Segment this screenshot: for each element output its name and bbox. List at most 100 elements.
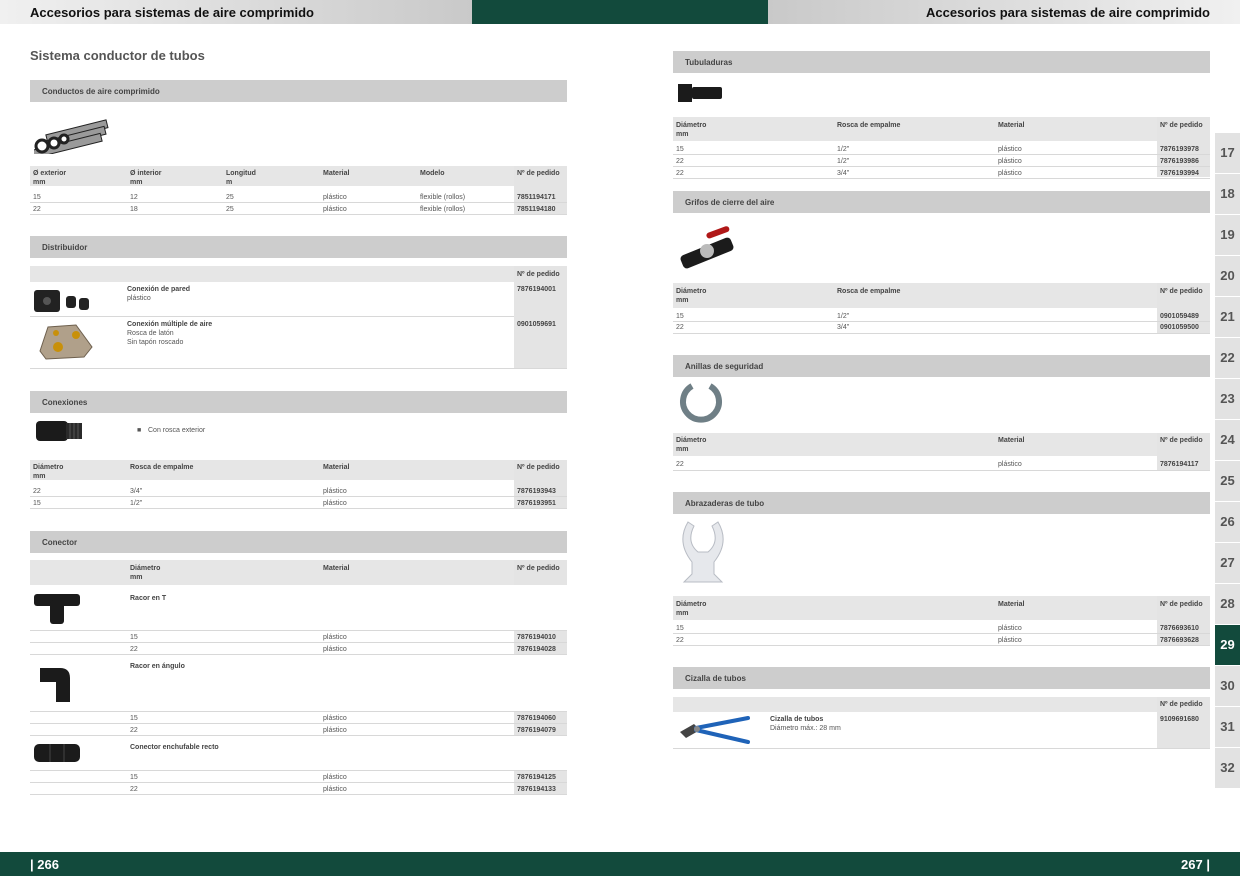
order-number: 7876194133 (517, 786, 556, 793)
row-divider (673, 178, 1210, 179)
col-header: Material (323, 565, 350, 572)
table-cell: plástico (323, 488, 347, 495)
order-number: 7876194028 (517, 646, 556, 653)
item-desc: plástico (127, 295, 151, 302)
anillas-header-row (673, 433, 1210, 456)
table-cell: plástico (323, 634, 347, 641)
chapter-tab[interactable]: 30 (1215, 666, 1240, 706)
chapter-tab[interactable]: 22 (1215, 338, 1240, 378)
order-number: 7876193943 (517, 488, 556, 495)
chapter-tab[interactable]: 21 (1215, 297, 1240, 337)
table-cell: 15 (33, 500, 41, 507)
chapter-tab[interactable]: 31 (1215, 707, 1240, 747)
table-cell: plástico (323, 194, 347, 201)
col-unit: mm (676, 610, 689, 617)
table-cell: plástico (323, 715, 347, 722)
page-number-right: 267 | (1181, 857, 1210, 872)
table-cell: 22 (130, 786, 138, 793)
item-name: Conector enchufable recto (130, 744, 219, 751)
anillas-band: Anillas de seguridad (673, 355, 1210, 377)
table-cell: 22 (676, 324, 684, 331)
wall-connection-image (34, 290, 89, 312)
order-number: 7876194117 (1160, 461, 1199, 468)
row-divider (30, 496, 567, 497)
col-unit: mm (33, 473, 46, 480)
col-header: Nº de pedido (1160, 701, 1203, 708)
order-number: 7876193978 (1160, 146, 1199, 153)
row-divider (673, 333, 1210, 334)
item-name: Racor en ángulo (130, 663, 185, 670)
conexiones-header-row (30, 460, 567, 480)
item-name: Cizalla de tubos (770, 716, 824, 723)
table-cell: 22 (676, 461, 684, 468)
table-cell: plástico (323, 786, 347, 793)
table-cell: 15 (676, 625, 684, 632)
row-divider (30, 711, 567, 712)
chapter-tab[interactable]: 26 (1215, 502, 1240, 542)
chapter-tab[interactable]: 32 (1215, 748, 1240, 788)
row-divider (30, 508, 567, 509)
col-header: Diámetro (130, 565, 161, 572)
order-number: 7876194010 (517, 634, 556, 641)
order-number: 7876193994 (1160, 170, 1199, 177)
col-header: Nº de pedido (517, 170, 560, 177)
order-number: 7876194001 (517, 286, 556, 293)
chapter-tab[interactable]: 18 (1215, 174, 1240, 214)
item-desc: Rosca de latón (127, 330, 174, 337)
chapter-tab[interactable]: 24 (1215, 420, 1240, 460)
col-header: Material (998, 601, 1025, 608)
col-header: Nº de pedido (517, 271, 560, 278)
pipes-image (34, 119, 109, 154)
bullet-icon: ■ (137, 427, 142, 434)
order-number: 7876693628 (1160, 637, 1199, 644)
tube-fitting-image (678, 84, 722, 102)
chapter-tab[interactable]: 17 (1215, 133, 1240, 173)
grifos-band: Grifos de cierre del aire (673, 191, 1210, 213)
chapter-tab[interactable]: 23 (1215, 379, 1240, 419)
col-header: Nº de pedido (1160, 601, 1203, 608)
cizalla-band: Cizalla de tubos (673, 667, 1210, 689)
table-cell: 18 (130, 206, 138, 213)
table-cell: plástico (998, 625, 1022, 632)
row-divider (30, 735, 567, 736)
table-cell: 22 (33, 206, 41, 213)
row-divider (30, 214, 567, 215)
order-number: 9109691680 (1160, 716, 1199, 723)
table-cell: 3/4" (130, 488, 143, 495)
header-right-title: Accesorios para sistemas de aire comprim… (926, 5, 1210, 20)
col-header: Nº de pedido (1160, 122, 1203, 129)
chapter-tab[interactable]: 20 (1215, 256, 1240, 296)
table-cell: 15 (130, 715, 138, 722)
table-cell: 15 (676, 313, 684, 320)
col-header: Rosca de empalme (130, 464, 194, 471)
chapter-tab[interactable]: 19 (1215, 215, 1240, 255)
table-cell: flexible (rollos) (420, 206, 466, 213)
abrazaderas-band: Abrazaderas de tubo (673, 492, 1210, 514)
chapter-tab[interactable]: 27 (1215, 543, 1240, 583)
item-desc: Diámetro máx.: 28 mm (770, 725, 841, 732)
table-cell: 15 (33, 194, 41, 201)
chapter-tab[interactable]: 29 (1215, 625, 1240, 665)
section-title: Sistema conductor de tubos (30, 48, 205, 63)
order-number: 7876193986 (1160, 158, 1199, 165)
table-cell: 22 (676, 637, 684, 644)
row-divider (30, 782, 567, 783)
pipe-cutter-image (680, 716, 750, 744)
col-unit: m (226, 179, 233, 186)
chapter-tab[interactable]: 28 (1215, 584, 1240, 624)
row-divider (30, 654, 567, 655)
table-cell: 1/2" (837, 158, 850, 165)
conector-header-row (30, 560, 567, 585)
chapter-tab[interactable]: 25 (1215, 461, 1240, 501)
col-unit: mm (676, 297, 689, 304)
table-cell: 22 (33, 488, 41, 495)
table-cell: plástico (323, 727, 347, 734)
header-left-title: Accesorios para sistemas de aire comprim… (30, 5, 314, 20)
row-divider (673, 154, 1210, 155)
t-connector-image (34, 594, 80, 624)
order-number: 0901059691 (517, 321, 556, 328)
table-cell: 3/4" (837, 170, 850, 177)
col-unit: mm (130, 179, 143, 186)
table-cell: plástico (998, 146, 1022, 153)
order-number: 7876193951 (517, 500, 556, 507)
